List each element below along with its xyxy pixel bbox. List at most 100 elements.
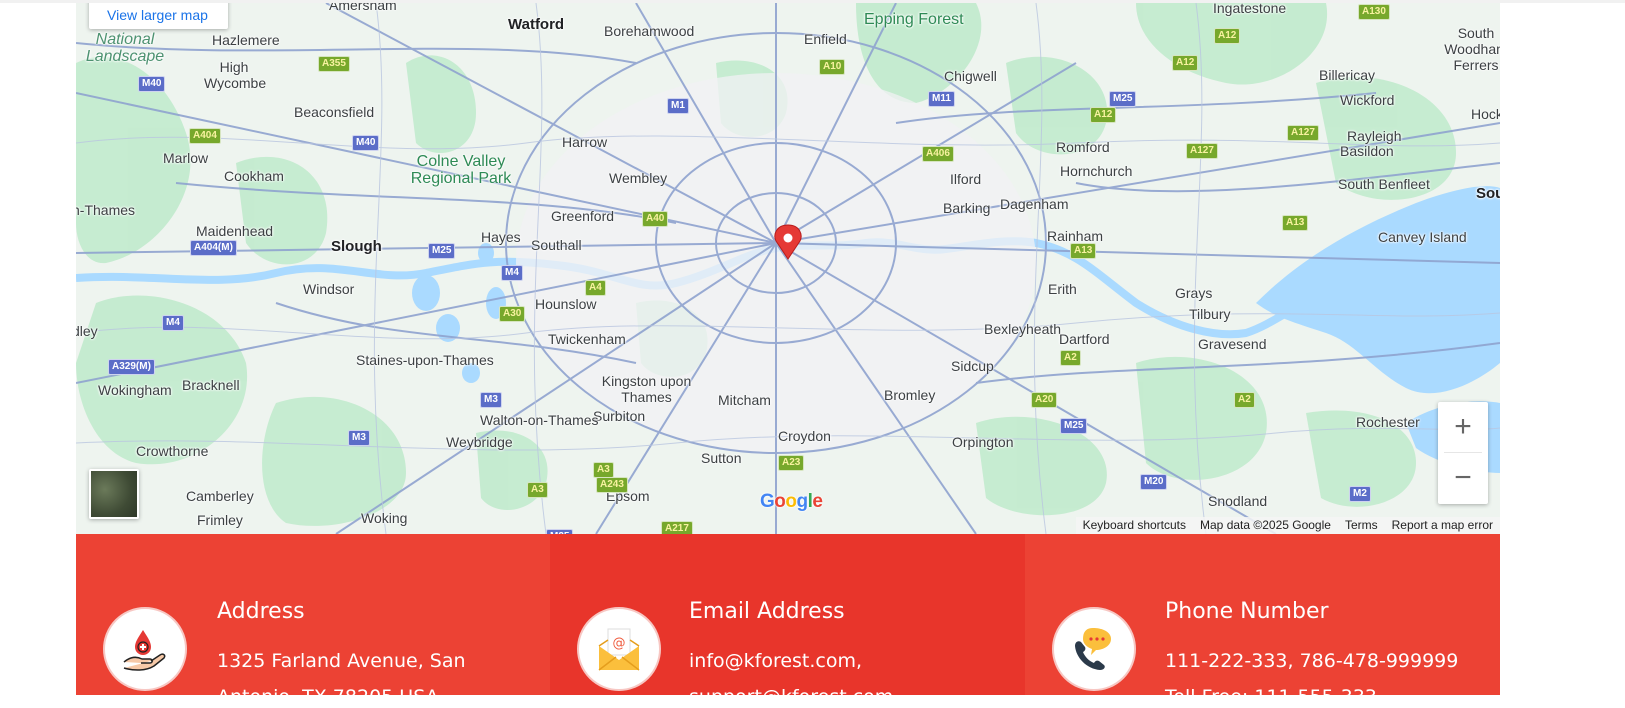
phone-chat-icon xyxy=(1052,607,1136,691)
map-place-label: Sou xyxy=(1476,185,1500,202)
phone-title: Phone Number xyxy=(1165,599,1329,624)
road-shield-label: M4 xyxy=(162,315,184,331)
keyboard-shortcuts-link[interactable]: Keyboard shortcuts xyxy=(1076,517,1193,534)
road-shield-label: M2 xyxy=(1349,486,1371,502)
embedded-map[interactable]: View larger map Amersham Watford Borehamwo… xyxy=(76,3,1500,534)
road-shield-label: M3 xyxy=(348,430,370,446)
map-place-label: Watford xyxy=(508,16,565,33)
road-shield-label: A127 xyxy=(1186,143,1218,159)
hand-blood-drop-icon xyxy=(103,607,187,691)
road-shield-label: A20 xyxy=(1031,392,1058,408)
road-shield-label: A329(M) xyxy=(108,359,155,375)
view-larger-map-link[interactable]: View larger map xyxy=(89,3,228,29)
phone-line-1[interactable]: 111-222-333, 786-478-999999 xyxy=(1165,650,1458,672)
map-place-label: Beaconsfield xyxy=(294,104,375,120)
map-place-label: Camberley xyxy=(186,488,254,504)
map-place-label: dley xyxy=(76,323,98,339)
road-shield-label: A13 xyxy=(1070,243,1097,259)
map-place-label: Sutton xyxy=(701,450,742,466)
map-place-label: High Wycombe xyxy=(204,59,267,91)
map-place-label: Kingston upon Thames xyxy=(601,373,692,405)
map-place-label: Epping Forest xyxy=(864,11,964,28)
map-place-label: Cookham xyxy=(224,168,284,184)
map-place-label: Dagenham xyxy=(1000,196,1069,212)
road-shield-label: M40 xyxy=(352,135,380,151)
map-place-label: Ingatestone xyxy=(1213,3,1287,16)
road-shield-label: A23 xyxy=(778,455,805,471)
map-place-label: n-Thames xyxy=(76,202,136,218)
map-place-label: Windsor xyxy=(303,281,355,297)
map-place-label: National Landscape xyxy=(85,31,165,65)
road-shield-label: M40 xyxy=(138,76,166,92)
road-shield-label: M1 xyxy=(667,98,689,114)
address-card: Address 1325 Farland Avenue, San Antonio… xyxy=(76,534,550,708)
road-shield-label: M25 xyxy=(428,243,456,259)
report-map-error-link[interactable]: Report a map error xyxy=(1385,517,1500,534)
road-shield-label: A12 xyxy=(1172,55,1199,71)
map-place-label: South Woodham Ferrers xyxy=(1444,25,1500,73)
road-shield-label: M3 xyxy=(480,392,502,408)
map-place-label: Harrow xyxy=(562,134,608,150)
road-shield-label: M25 xyxy=(1060,418,1088,434)
map-attribution: Keyboard shortcuts Map data ©2025 Google… xyxy=(1075,517,1500,534)
zoom-control: + − xyxy=(1438,402,1488,504)
map-place-label: Staines-upon-Thames xyxy=(356,352,494,368)
road-shield-label: A130 xyxy=(1358,4,1390,20)
map-place-label: Slough xyxy=(331,238,382,255)
road-shield-label: A355 xyxy=(318,56,350,72)
map-place-label: Southall xyxy=(531,237,582,253)
road-shield-label: A12 xyxy=(1214,28,1241,44)
map-place-label: Ilford xyxy=(950,171,982,187)
road-shield-label: A40 xyxy=(642,211,669,227)
map-place-label: Grays xyxy=(1175,285,1213,301)
map-place-label: Crowthorne xyxy=(136,443,209,459)
map-place-label: Erith xyxy=(1048,281,1077,297)
road-shield-label: A404 xyxy=(189,128,221,144)
email-card: @ Email Address info@kforest.com, suppor… xyxy=(550,534,1025,708)
map-place-label: Billericay xyxy=(1319,67,1376,83)
map-place-label: Orpington xyxy=(952,434,1014,450)
map-place-label: Greenford xyxy=(551,208,615,224)
map-place-label: Canvey Island xyxy=(1378,229,1467,245)
map-place-label: Hazlemere xyxy=(212,32,280,48)
email-line-1[interactable]: info@kforest.com, xyxy=(689,650,862,672)
envelope-at-icon: @ xyxy=(577,607,661,691)
road-shield-label: A13 xyxy=(1282,215,1309,231)
map-place-label: Surbiton xyxy=(593,408,646,424)
road-shield-label: A4 xyxy=(585,280,606,296)
road-shield-label: A406 xyxy=(922,146,954,162)
map-place-label: Hayes xyxy=(481,229,521,245)
road-shield-label: A127 xyxy=(1287,125,1319,141)
map-place-label: Walton-on-Thames xyxy=(480,412,599,428)
email-title: Email Address xyxy=(689,599,845,624)
map-place-label: Wembley xyxy=(609,170,668,186)
phone-line-2[interactable]: Toll Free: 111-555-333 xyxy=(1165,686,1377,708)
map-place-label: Enfield xyxy=(804,31,847,47)
map-place-label: Marlow xyxy=(163,150,209,166)
map-place-label: Hock xyxy=(1471,106,1500,122)
map-place-label: Hornchurch xyxy=(1060,163,1133,179)
terms-link[interactable]: Terms xyxy=(1338,517,1385,534)
map-place-label: Gravesend xyxy=(1198,336,1267,352)
map-place-label: Weybridge xyxy=(446,434,513,450)
zoom-out-button[interactable]: − xyxy=(1438,453,1488,503)
map-place-label: Croydon xyxy=(778,428,831,444)
road-shield-label: M11 xyxy=(928,91,955,107)
map-place-label: Mitcham xyxy=(718,392,771,408)
map-place-label: Tilbury xyxy=(1189,306,1231,322)
map-place-label: Romford xyxy=(1056,139,1110,155)
road-shield-label: A243 xyxy=(596,477,628,493)
map-place-label: Amersham xyxy=(329,3,397,13)
map-place-label: Chigwell xyxy=(944,68,997,84)
road-shield-label: A2 xyxy=(1060,350,1081,366)
map-place-label: Barking xyxy=(943,200,991,216)
road-shield-label: M25 xyxy=(1109,91,1137,107)
google-logo: Google xyxy=(760,491,823,512)
map-place-label: Basildon xyxy=(1340,143,1394,159)
satellite-view-toggle[interactable] xyxy=(89,469,139,519)
map-place-label: South Benfleet xyxy=(1338,176,1430,192)
road-shield-label: A12 xyxy=(1090,107,1117,123)
zoom-in-button[interactable]: + xyxy=(1438,402,1488,452)
map-place-label: Wokingham xyxy=(98,382,172,398)
email-line-2[interactable]: support@kforest.com xyxy=(689,686,893,708)
